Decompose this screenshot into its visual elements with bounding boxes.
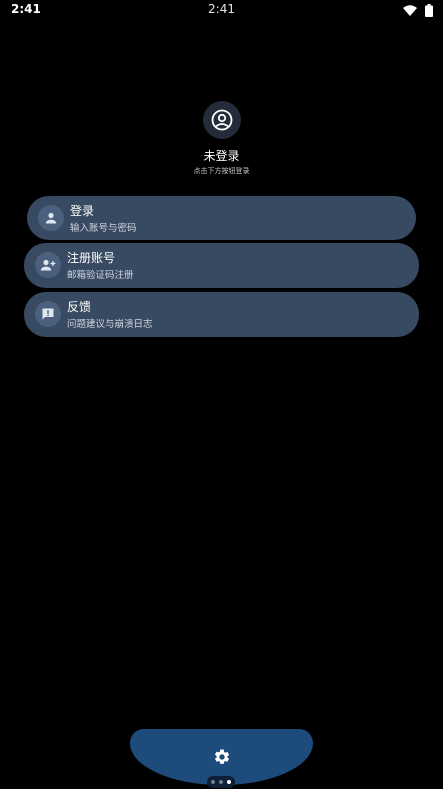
person-icon (38, 205, 64, 231)
profile-name: 未登录 (203, 149, 240, 163)
page-dot (211, 780, 215, 784)
status-time-center: 2:41 (208, 2, 235, 16)
status-bar: 2:41 2:41 (0, 0, 443, 22)
account-circle-icon (211, 109, 233, 131)
settings-button[interactable] (208, 743, 236, 771)
feedback-card[interactable]: 反馈 问题建议与崩溃日志 (24, 292, 419, 337)
page-indicator[interactable] (207, 776, 235, 788)
feedback-subtitle: 问题建议与崩溃日志 (67, 319, 153, 330)
page-dot-active (227, 780, 231, 784)
battery-icon (425, 3, 433, 17)
login-card[interactable]: 登录 输入账号与密码 (27, 196, 416, 240)
feedback-icon (35, 301, 61, 327)
register-subtitle: 邮箱验证码注册 (67, 270, 134, 281)
wifi-icon (403, 4, 417, 16)
register-card[interactable]: 注册账号 邮箱验证码注册 (24, 243, 419, 288)
login-subtitle: 输入账号与密码 (70, 223, 137, 234)
page-dot (219, 780, 223, 784)
profile-hint: 点击下方按钮登录 (193, 167, 250, 175)
person-add-icon (35, 252, 61, 278)
login-title: 登录 (70, 204, 95, 218)
feedback-title: 反馈 (67, 300, 92, 314)
status-icons (403, 3, 433, 17)
register-title: 注册账号 (67, 251, 116, 265)
gear-icon (214, 749, 229, 764)
avatar[interactable] (203, 101, 241, 139)
